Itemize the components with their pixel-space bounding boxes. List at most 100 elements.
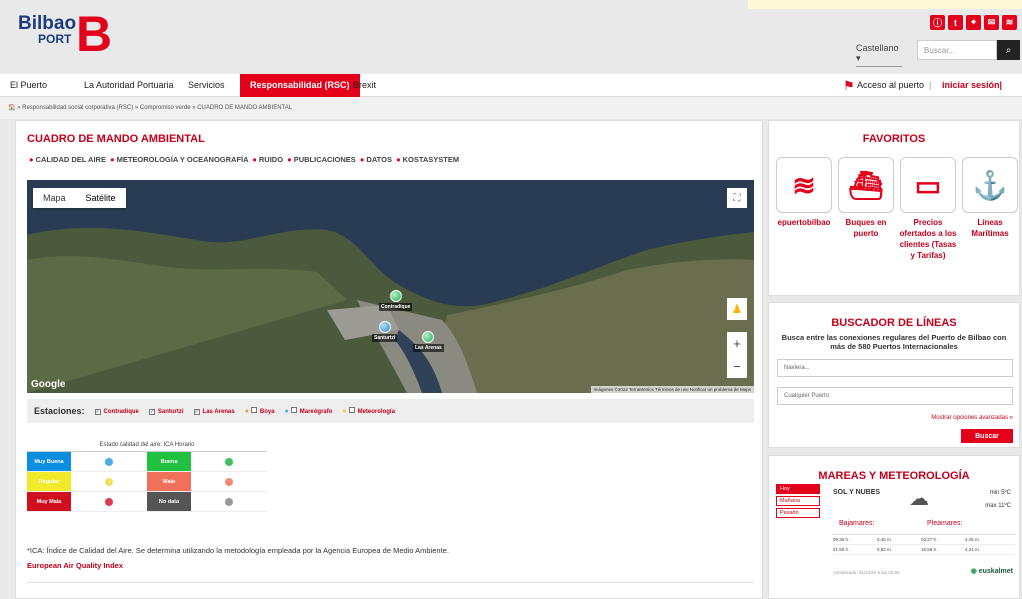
zoom-out-button[interactable]: −: [733, 359, 741, 374]
ica-row: Regular Mala: [27, 472, 267, 492]
fav-lineas[interactable]: ⚓ Líneas Marítimas: [959, 157, 1021, 261]
naviera-input[interactable]: Naviera...: [777, 359, 1013, 377]
pin-icon: [225, 457, 233, 466]
stations-filter: Estaciones: ✓ Contradique ✓ Santurtzi ✓ Las…: [27, 399, 754, 423]
map-image: [27, 180, 754, 393]
fav-precios[interactable]: ▭ Precios ofertados a los clientes (Tasas…: [897, 157, 959, 261]
ship-icon: ⛴: [838, 157, 894, 213]
access-port-link[interactable]: Acceso al puerto: [857, 74, 924, 97]
ica-level: No data: [147, 492, 191, 511]
favoritos-list: ≋ epuertobilbao ⛴ Buques en puerto ▭ Precio…: [773, 157, 1021, 261]
ica-level: Muy Mala: [27, 492, 71, 511]
ica-row: Muy Mala No data: [27, 492, 267, 512]
tab-pasado[interactable]: Pasado: [776, 508, 820, 518]
weather-text: SOL Y NUBES: [833, 489, 881, 496]
station-option[interactable]: ✓ Las Arenas: [193, 408, 235, 415]
fav-buques[interactable]: ⛴ Buques en puerto: [835, 157, 897, 261]
ica-row: Muy Buena Buena: [27, 452, 267, 472]
logo-port: PORT: [38, 32, 72, 46]
tab-publicaciones[interactable]: PUBLICACIONES: [294, 155, 356, 164]
fav-label: epuertobilbao: [777, 218, 831, 227]
pegman-icon[interactable]: ♟: [727, 298, 747, 320]
card-icon: ▭: [900, 157, 956, 213]
satellite-map[interactable]: Mapa Satélite ⛶ ♟ + − Contradique Santur…: [27, 180, 754, 393]
puerto-input[interactable]: Cualquier Puerto: [777, 387, 1013, 405]
fav-epuerto[interactable]: ≋ epuertobilbao: [773, 157, 835, 261]
aqi-link[interactable]: European Air Quality Index: [27, 561, 123, 570]
nav-servicios[interactable]: Servicios: [188, 74, 225, 97]
language-select[interactable]: Castellano ▾: [856, 43, 902, 67]
search-input[interactable]: Buscar...: [917, 40, 997, 60]
nav-autoridad[interactable]: La Autoridad Portuaria: [84, 74, 174, 97]
buscador-desc: Busca entre las conexiones regulares del…: [781, 333, 1007, 351]
mareas-title: MAREAS Y METEOROLOGÍA: [818, 470, 970, 482]
google-logo: Google: [31, 379, 66, 390]
euskalmet-icon: ◉: [970, 568, 977, 575]
mail-icon[interactable]: ✉: [984, 15, 999, 30]
buscador-title: BUSCADOR DE LÍNEAS: [831, 317, 957, 329]
page-title: CUADRO DE MANDO AMBIENTAL: [27, 133, 205, 145]
station-option[interactable]: ● Boya: [245, 407, 275, 415]
tide-row: 21:55 h. 0,82 m. 15:56 h. 4,31 m.: [833, 545, 1015, 555]
rss-icon[interactable]: ≋: [1002, 15, 1017, 30]
breadcrumb[interactable]: 🏠 » Responsabilidad social corporativa (…: [0, 97, 1022, 119]
advanced-options-link[interactable]: Mostrar opciones avanzadas »: [931, 415, 1013, 421]
location-icon[interactable]: ⌖: [966, 15, 981, 30]
pin-icon: [105, 497, 113, 506]
station-pin[interactable]: Santurtzi: [372, 321, 398, 342]
tab-datos[interactable]: DATOS: [366, 155, 392, 164]
tab-calidad-aire[interactable]: CALIDAD DEL AIRE: [36, 155, 106, 164]
pin-icon: [422, 331, 435, 343]
info-icon[interactable]: ⓘ: [930, 15, 945, 30]
station-option[interactable]: ● Mareógrafo: [285, 407, 332, 415]
login-link[interactable]: iniciar sesión| registro: [942, 74, 1022, 113]
tab-ruido[interactable]: RUIDO: [259, 155, 283, 164]
pleamares-label: Pleamares:: [927, 520, 963, 527]
temp-min: min 5ºC: [989, 490, 1011, 496]
pin-icon: [225, 477, 233, 486]
zoom-in-button[interactable]: +: [733, 336, 741, 351]
station-option[interactable]: ● Meteorología: [342, 407, 395, 415]
pin-icon: [225, 497, 233, 506]
logo-b-icon: B: [76, 6, 113, 62]
pin-label: Santurtzi: [372, 334, 398, 342]
nav-el-puerto[interactable]: El Puerto: [10, 74, 47, 97]
euskalmet-logo[interactable]: ◉ euskalmet: [971, 567, 1013, 575]
nav-separator: |: [929, 80, 932, 90]
ica-title: Estado calidad del aire: ICA Horario: [27, 439, 267, 452]
map-tab[interactable]: Mapa: [33, 188, 76, 208]
day-tabs: Hoy Mañana Pasado: [776, 484, 820, 520]
tab-manana[interactable]: Mañana: [776, 496, 820, 506]
map-type-toggle: Mapa Satélite: [33, 188, 126, 208]
twitter-icon[interactable]: t: [948, 15, 963, 30]
satellite-tab[interactable]: Satélite: [76, 188, 126, 208]
buscar-button[interactable]: Buscar: [961, 429, 1013, 443]
ica-legend: Estado calidad del aire: ICA Horario Muy…: [27, 439, 267, 512]
ica-level: Regular: [27, 472, 71, 491]
buscador-panel: BUSCADOR DE LÍNEAS Busca entre las conex…: [768, 302, 1020, 448]
tab-meteorologia[interactable]: METEOROLOGÍA Y OCEANOGRAFÍA: [117, 155, 249, 164]
waves-icon: ≋: [776, 157, 832, 213]
flag-icon: ⚑: [843, 78, 855, 93]
pin-icon: [378, 321, 391, 333]
station-pin[interactable]: Contradique: [379, 290, 413, 311]
tab-kostasystem[interactable]: KOSTASYSTEM: [403, 155, 460, 164]
station-pin[interactable]: Las Arenas: [413, 331, 444, 352]
map-attribution[interactable]: Imágenes ©2022 TerraMetrics Términos de …: [590, 386, 754, 393]
header: Bilbao PORT B ⓘ t ⌖ ✉ ≋ Castellano ▾ Bus…: [0, 0, 1022, 74]
main-nav: El Puerto La Autoridad Portuaria Servici…: [0, 74, 1022, 113]
fullscreen-icon[interactable]: ⛶: [727, 188, 747, 208]
search-button[interactable]: ⌕: [997, 40, 1020, 60]
temp-max: max 11ºC: [985, 503, 1011, 509]
nav-rsc[interactable]: Responsabilidad (RSC): [240, 74, 360, 97]
bilbao-port-logo[interactable]: Bilbao PORT B: [18, 9, 112, 59]
mareas-panel: MAREAS Y METEOROLOGÍA Hoy Mañana Pasado …: [768, 455, 1020, 599]
pin-icon: [105, 457, 113, 466]
tab-hoy[interactable]: Hoy: [776, 484, 820, 494]
station-option[interactable]: ✓ Santurtzi: [148, 408, 184, 415]
tide-table: 09:35 h. 0,46 m. 03:27 h. 4,45 m. 21:55 h. 0…: [833, 534, 1015, 555]
station-option[interactable]: ✓ Contradique: [94, 408, 139, 415]
cloud-sun-icon: ☁: [909, 488, 929, 510]
favoritos-panel: FAVORITOS ≋ epuertobilbao ⛴ Buques en puer…: [768, 120, 1020, 296]
nav-brexit[interactable]: Brexit: [353, 74, 376, 97]
